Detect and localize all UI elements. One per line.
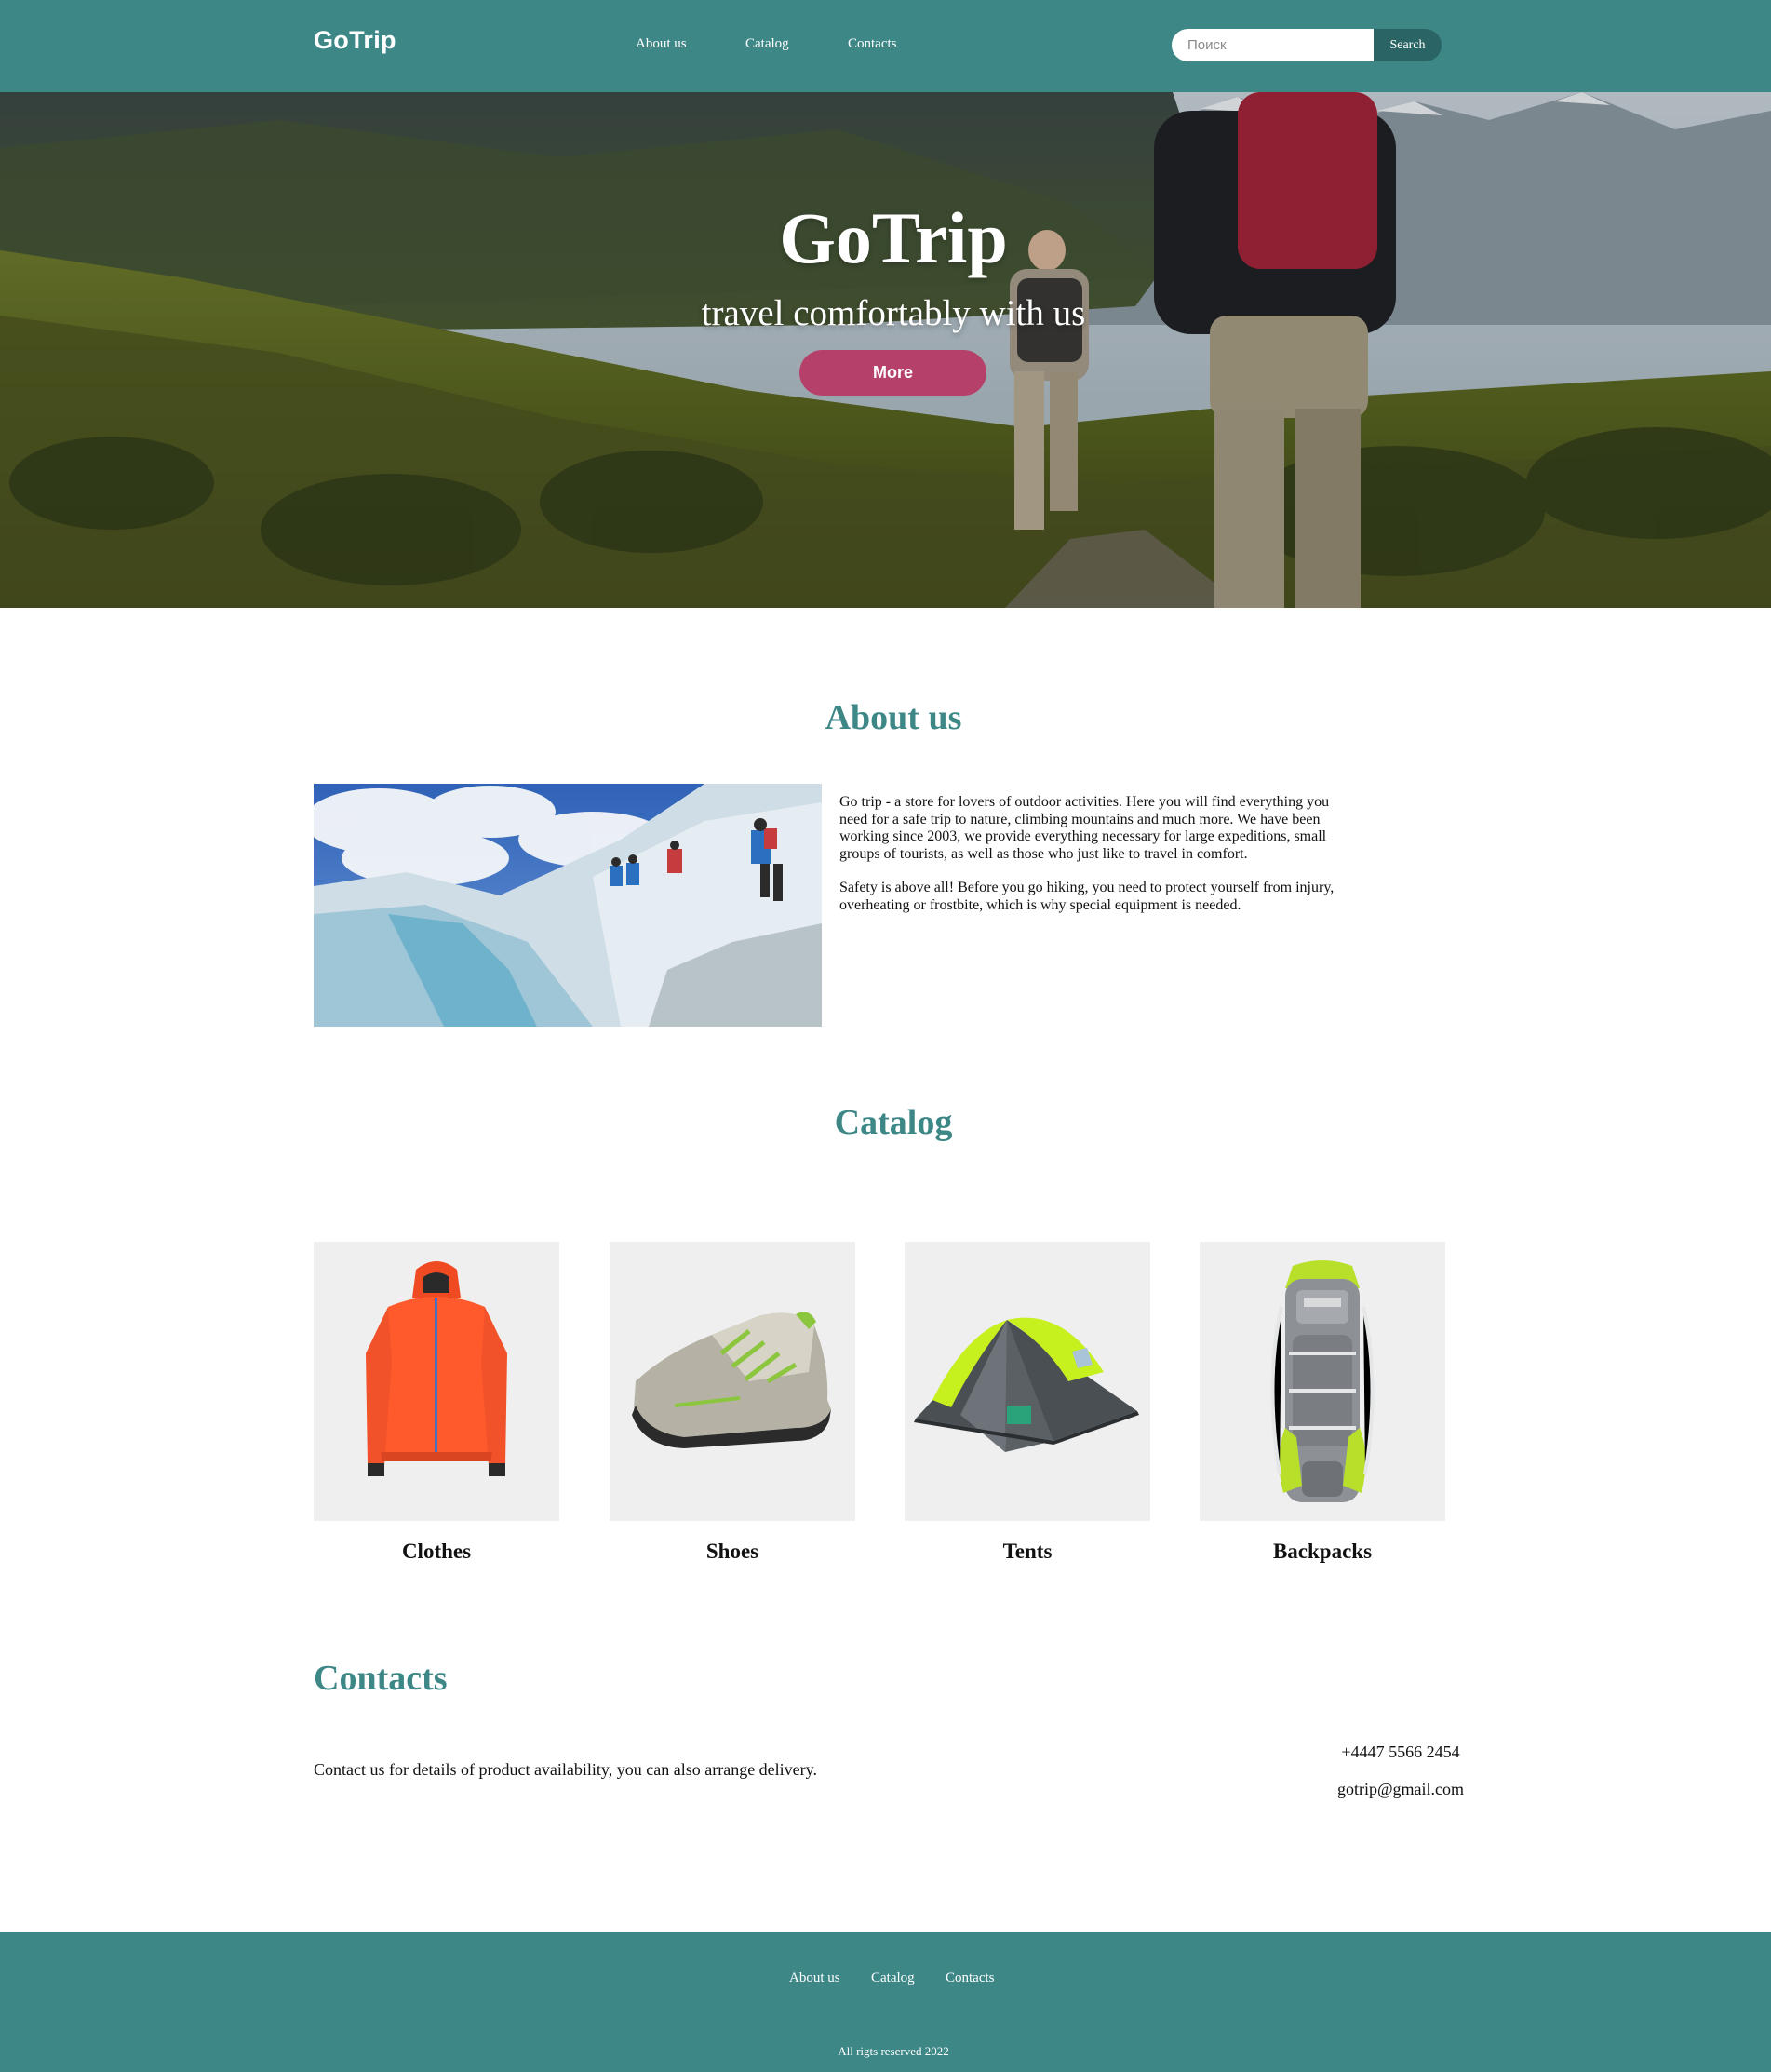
catalog-item-clothes[interactable]: Clothes	[314, 1242, 559, 1564]
catalog-label-clothes: Clothes	[401, 1540, 472, 1563]
catalog-item-backpacks[interactable]: Backpacks	[1200, 1242, 1445, 1564]
contact-phone[interactable]: +4447 5566 2454	[1322, 1733, 1480, 1770]
search-form: Search	[1172, 29, 1442, 61]
catalog-label-shoes: Shoes	[705, 1540, 759, 1563]
hero-banner: GoTrip travel comfortably with us More	[0, 92, 1771, 608]
about-section-title: About us	[825, 698, 962, 737]
catalog-item-shoes[interactable]: Shoes	[610, 1242, 855, 1564]
search-input[interactable]	[1172, 29, 1376, 61]
contact-email[interactable]: gotrip@gmail.com	[1322, 1770, 1480, 1808]
contacts-info: +4447 5566 2454 gotrip@gmail.com	[1322, 1733, 1480, 1808]
footer-nav-contacts[interactable]: Contacts	[946, 1971, 995, 1986]
contacts-section-title: Contacts	[314, 1659, 448, 1698]
about-paragraph-2: Safety is above all! Before you go hikin…	[839, 880, 1335, 913]
site-header: GoTrip About us Catalog Contacts Search	[0, 0, 1771, 92]
nav-catalog[interactable]: Catalog	[745, 36, 789, 52]
shoe-image	[610, 1242, 855, 1521]
site-footer: About us Catalog Contacts All rigts rese…	[0, 1932, 1771, 2072]
contacts-description: Contact us for details of product availa…	[314, 1760, 817, 1779]
tent-image	[905, 1242, 1150, 1521]
footer-nav-catalog[interactable]: Catalog	[871, 1971, 915, 1986]
catalog-label-tents: Tents	[1002, 1540, 1053, 1563]
jacket-image	[314, 1242, 559, 1521]
about-image	[314, 784, 822, 1027]
catalog-section-title: Catalog	[834, 1103, 953, 1142]
glacier-climbers-image	[314, 784, 822, 1027]
about-paragraph-1: Go trip - a store for lovers of outdoor …	[839, 794, 1330, 862]
search-button[interactable]: Search	[1374, 29, 1442, 61]
catalog-item-tents[interactable]: Tents	[905, 1242, 1150, 1564]
nav-contacts[interactable]: Contacts	[848, 36, 897, 52]
footer-nav-about-us[interactable]: About us	[789, 1971, 840, 1986]
backpack-image	[1200, 1242, 1445, 1521]
about-text: Go trip - a store for lovers of outdoor …	[839, 794, 1356, 914]
more-button[interactable]: More	[799, 350, 986, 396]
hero-subtitle: travel comfortably with us	[701, 293, 1086, 333]
catalog-label-backpacks: Backpacks	[1272, 1540, 1373, 1563]
logo[interactable]: GoTrip	[314, 26, 396, 55]
nav-about-us[interactable]: About us	[636, 36, 687, 52]
copyright: All rigts reserved 2022	[838, 2044, 949, 2058]
hero-title: GoTrip	[779, 197, 1008, 278]
